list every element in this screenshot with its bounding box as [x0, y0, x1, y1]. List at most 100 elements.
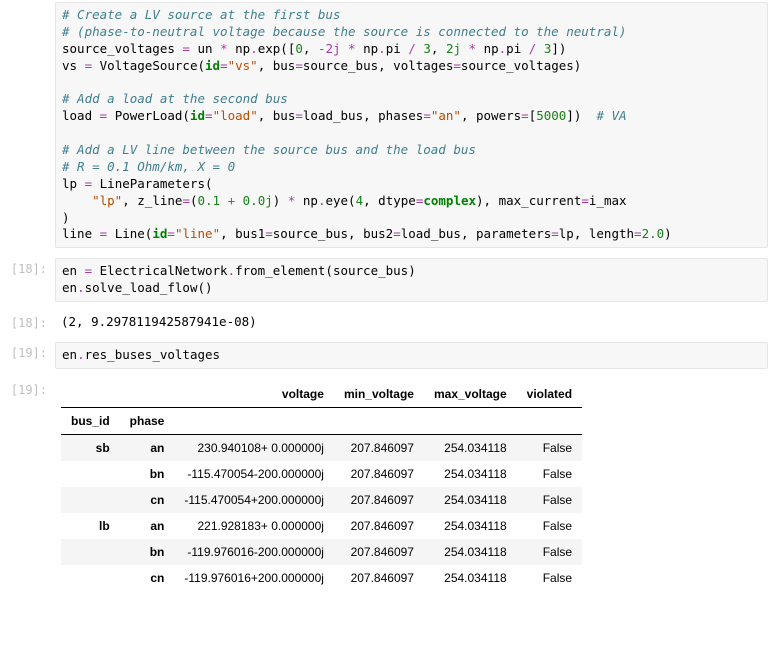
df-min-cell: 207.846097 [334, 539, 424, 565]
code-token: VoltageSource( [100, 58, 205, 73]
output-text-18: (2, 9.297811942587941e-08) [55, 312, 263, 331]
code-token: , dtype [363, 193, 416, 208]
code-token: = [423, 108, 431, 123]
code-token: = [85, 263, 100, 278]
code-token: ), max_current [476, 193, 581, 208]
comment: # Add a load at the second bus [62, 91, 288, 106]
code-token: , bus [258, 58, 296, 73]
df-max-cell: 254.034118 [424, 487, 517, 513]
code-token: = [182, 41, 197, 56]
code-token: . [77, 280, 85, 295]
code-token: en [62, 280, 77, 295]
code-token: complex [423, 193, 476, 208]
df-bus-cell [61, 461, 120, 487]
code-token: en [62, 347, 77, 362]
code-token: / [529, 41, 544, 56]
code-token: = [295, 58, 303, 73]
code-token: = [581, 193, 589, 208]
df-violated-cell: False [517, 565, 582, 591]
df-voltage-cell: -115.470054-200.000000j [174, 461, 334, 487]
code-token: = [521, 108, 529, 123]
output-cell-18: [18]: (2, 9.297811942587941e-08) [0, 310, 768, 334]
code-token: , [431, 41, 446, 56]
df-voltage-cell: -115.470054+200.000000j [174, 487, 334, 513]
df-col-violated: violated [517, 381, 582, 408]
code-token: ]) [551, 41, 566, 56]
code-token: ElectricalNetwork [100, 263, 228, 278]
code-token: np [363, 41, 378, 56]
code-token: 3 [423, 41, 431, 56]
code-token: source_bus, voltages [303, 58, 454, 73]
code-token: -2j [318, 41, 341, 56]
df-voltage-cell: -119.976016+200.000000j [174, 565, 334, 591]
code-token: source_bus, bus2 [273, 226, 393, 241]
df-index-phase: phase [120, 407, 175, 434]
df-min-cell: 207.846097 [334, 461, 424, 487]
df-col-min: min_voltage [334, 381, 424, 408]
df-max-cell: 254.034118 [424, 434, 517, 461]
code-token: "an" [431, 108, 461, 123]
df-phase-cell: cn [120, 487, 175, 513]
code-token: = [634, 226, 642, 241]
code-body-18[interactable]: en = ElectricalNetwork.from_element(sour… [55, 258, 768, 302]
df-bus-cell: sb [61, 434, 120, 461]
code-token: "line" [175, 226, 220, 241]
code-token: = [182, 193, 190, 208]
code-token: . [378, 41, 386, 56]
table-row: sban230.940108+ 0.000000j207.846097254.0… [61, 434, 582, 461]
df-min-cell: 207.846097 [334, 434, 424, 461]
df-violated-cell: False [517, 539, 582, 565]
code-token: = [453, 58, 461, 73]
dataframe-output: voltage min_voltage max_voltage violated… [55, 379, 588, 593]
code-token: "vs" [228, 58, 258, 73]
code-token: . [228, 263, 236, 278]
input-prompt-18: [18]: [0, 258, 55, 278]
output-cell-19: [19]: voltage min_voltage max_voltage vi… [0, 377, 768, 595]
df-bus-cell [61, 565, 120, 591]
code-token: , bus [258, 108, 296, 123]
code-token: * [341, 41, 364, 56]
code-token: * [461, 41, 484, 56]
code-token: = [551, 226, 559, 241]
code-token: LineParameters( [100, 176, 213, 191]
code-token: = [100, 226, 115, 241]
code-token: solve_load_flow() [85, 280, 213, 295]
comment: # VA [596, 108, 626, 123]
df-min-cell: 207.846097 [334, 513, 424, 539]
code-token: = [295, 108, 303, 123]
code-token: un [197, 41, 220, 56]
table-row: bn-115.470054-200.000000j207.846097254.0… [61, 461, 582, 487]
code-token: ) [62, 210, 70, 225]
code-token: source_voltages) [461, 58, 581, 73]
code-token: / [408, 41, 423, 56]
code-token: ( [190, 193, 198, 208]
code-token: id [205, 58, 220, 73]
df-voltage-cell: 230.940108+ 0.000000j [174, 434, 334, 461]
df-min-cell: 207.846097 [334, 487, 424, 513]
input-prompt-19: [19]: [0, 342, 55, 362]
code-token: * [288, 193, 303, 208]
code-token: id [152, 226, 167, 241]
comment: # (phase-to-neutral voltage because the … [62, 24, 626, 39]
df-violated-cell: False [517, 461, 582, 487]
code-body-17[interactable]: # Create a LV source at the first bus # … [55, 2, 768, 248]
df-voltage-cell: -119.976016-200.000000j [174, 539, 334, 565]
code-token: + [220, 193, 243, 208]
code-token: pi [506, 41, 529, 56]
code-token: = [100, 108, 115, 123]
df-phase-cell: an [120, 434, 175, 461]
code-body-19[interactable]: en.res_buses_voltages [55, 342, 768, 369]
df-violated-cell: False [517, 487, 582, 513]
code-token: = [220, 58, 228, 73]
df-index-bus: bus_id [61, 407, 120, 434]
dataframe-table: voltage min_voltage max_voltage violated… [61, 381, 582, 591]
code-token: id [190, 108, 205, 123]
code-cell-19: [19]: en.res_buses_voltages [0, 340, 768, 371]
df-max-cell: 254.034118 [424, 539, 517, 565]
code-token: i_max [589, 193, 627, 208]
df-col-voltage: voltage [174, 381, 334, 408]
code-token: = [265, 226, 273, 241]
df-col-max: max_voltage [424, 381, 517, 408]
code-token: . [250, 41, 258, 56]
code-token: lp [62, 176, 85, 191]
